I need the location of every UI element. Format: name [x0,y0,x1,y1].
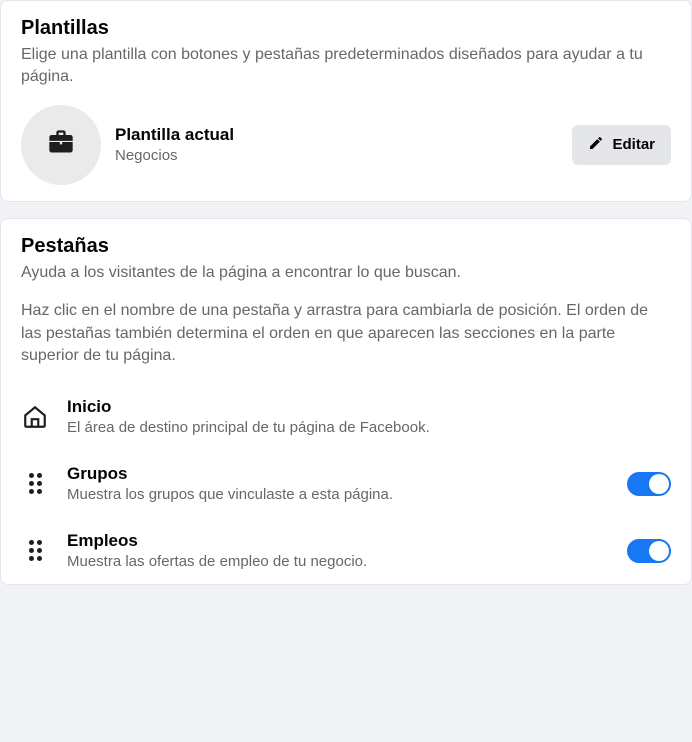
templates-title: Plantillas [21,17,671,40]
home-icon [21,404,49,430]
tabs-subtitle: Ayuda a los visitantes de la página a en… [21,262,671,284]
current-template-type: Negocios [115,147,558,164]
tab-title: Empleos [67,531,609,551]
templates-subtitle: Elige una plantilla con botones y pestañ… [21,44,671,89]
pencil-icon [588,135,604,155]
tab-item-inicio[interactable]: Inicio El área de destino principal de t… [21,383,671,450]
tab-title: Grupos [67,464,609,484]
tabs-hint: Haz clic en el nombre de una pestaña y a… [21,300,671,367]
tab-description: Muestra los grupos que vinculaste a esta… [67,486,609,503]
briefcase-icon [47,128,75,161]
tab-description: Muestra las ofertas de empleo de tu nego… [67,553,609,570]
templates-card: Plantillas Elige una plantilla con boton… [0,0,692,202]
drag-handle-icon[interactable] [21,540,49,561]
current-template-row: Plantilla actual Negocios Editar [21,105,671,185]
tabs-title: Pestañas [21,235,671,258]
tab-content: Empleos Muestra las ofertas de empleo de… [67,531,609,570]
tabs-card: Pestañas Ayuda a los visitantes de la pá… [0,218,692,586]
edit-button[interactable]: Editar [572,125,671,165]
edit-button-label: Editar [612,136,655,153]
tab-title: Inicio [67,397,671,417]
toggle-grupos[interactable] [627,472,671,496]
tab-item-empleos[interactable]: Empleos Muestra las ofertas de empleo de… [21,517,671,584]
drag-handle-icon[interactable] [21,473,49,494]
template-avatar [21,105,101,185]
current-template-label: Plantilla actual [115,125,558,145]
tab-content: Grupos Muestra los grupos que vinculaste… [67,464,609,503]
tab-item-grupos[interactable]: Grupos Muestra los grupos que vinculaste… [21,450,671,517]
toggle-empleos[interactable] [627,539,671,563]
tab-content: Inicio El área de destino principal de t… [67,397,671,436]
tab-description: El área de destino principal de tu págin… [67,419,671,436]
template-info: Plantilla actual Negocios [115,125,558,164]
